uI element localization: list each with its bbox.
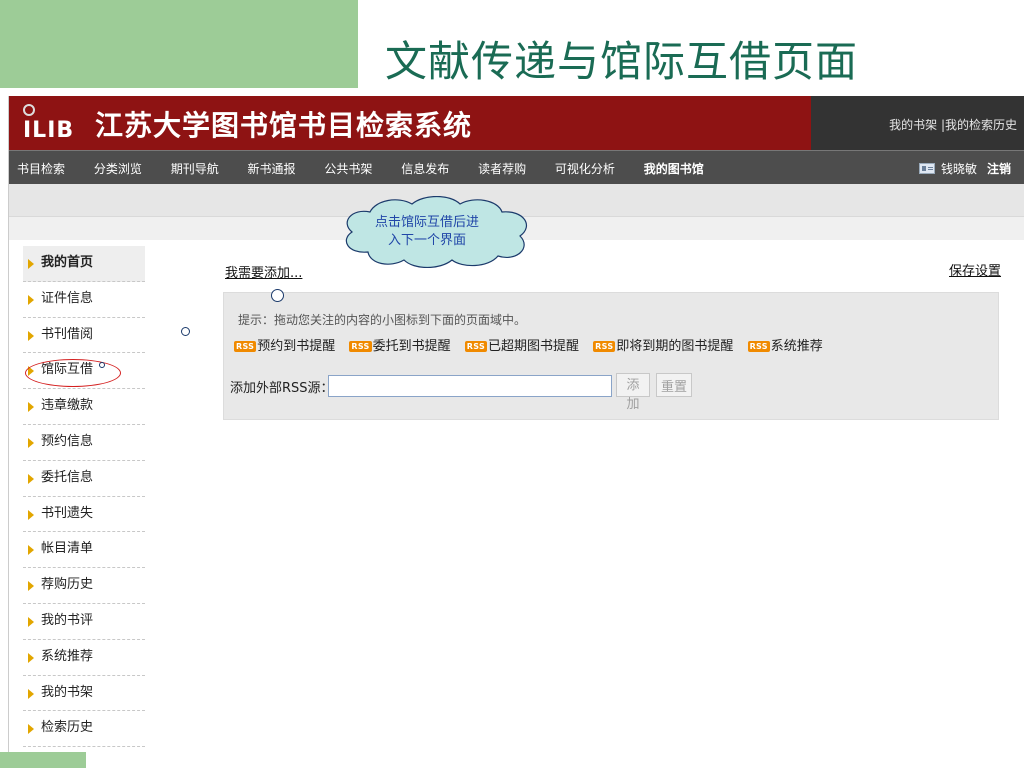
nav-item-browse-categories[interactable]: 分类浏览 [94,162,142,176]
sidebar-item-label: 系统推荐 [41,648,94,664]
my-bookshelf-link[interactable]: 我的书架 [889,118,937,132]
connector-dot [99,362,105,368]
sidebar-item-lost-books[interactable]: 书刊遗失 [23,497,145,533]
user-card-icon [918,163,935,174]
arrow-icon [28,259,34,269]
slide-accent-top [0,0,358,88]
sidebar-item-account-list[interactable]: 帐目清单 [23,532,145,569]
arrow-icon [28,581,34,592]
sidebar-item-label: 检索历史 [41,720,94,736]
search-history-link[interactable]: |我的检索历史 [941,118,1017,132]
rss-item-system-recommend[interactable]: RSS 系统推荐 [747,339,823,354]
rss-source-input[interactable] [328,375,612,397]
sidebar-item-label: 帐目清单 [41,541,94,557]
rss-icon: RSS [747,341,770,352]
arrow-icon [28,724,34,735]
sidebar-item-label: 书刊借阅 [41,326,94,342]
nav-item-my-library[interactable]: 我的图书馆 [644,162,704,176]
connector-dot-small [181,327,190,336]
arrow-icon [28,402,34,413]
library-app-screenshot: ILIB 江苏大学图书馆书目检索系统 我的书架 |我的检索历史 书目检索 分类浏… [8,96,1024,752]
add-button[interactable]: 添加 [616,373,650,412]
sidebar-item-label: 预约信息 [41,433,94,449]
rss-icon: RSS [349,341,372,352]
logo-text: ILIB [23,118,75,143]
sidebar-item-reservations[interactable]: 预约信息 [23,425,145,461]
nav-item-journal-nav[interactable]: 期刊导航 [171,162,219,176]
connector-dot-large [271,289,284,302]
slide-title: 文献传递与馆际互借页面 [385,37,859,86]
sidebar-item-label: 书刊遗失 [41,505,94,521]
sidebar-item-borrowing[interactable]: 书刊借阅 [23,318,145,354]
sidebar-item-search-history[interactable]: 检索历史 [23,711,145,748]
sidebar-item-label: 委托信息 [41,469,94,485]
rss-icon: RSS [234,341,257,352]
rss-item-delegation-arrival[interactable]: RSS 委托到书提醒 [349,339,451,354]
rss-icon: RSS [593,341,616,352]
highlight-ellipse [25,359,121,387]
sidebar-item-label: 证件信息 [41,290,94,306]
ilib-logo: ILIB [19,104,83,146]
sidebar-item-label: 违章缴款 [41,398,94,414]
user-name: 钱晓敏 [940,162,977,176]
main-nav: 书目检索 分类浏览 期刊导航 新书通报 公共书架 信息发布 读者荐购 可视化分析… [9,150,1024,184]
sidebar-item-label: 我的书架 [41,684,94,700]
arrow-icon [28,330,34,341]
logo-ring-icon [23,104,35,116]
rss-widget-list: RSS 预约到书提醒 RSS 委托到书提醒 RSS 已超期图书提醒 RSS 即将到期的图… [234,335,833,354]
annotation-text: 点击馆际互借后进入下一个界面 [374,215,479,248]
arrow-icon [28,616,34,627]
sidebar-item-my-home[interactable]: 我的首页 [23,246,145,282]
rss-item-due-soon[interactable]: RSS 即将到期的图书提醒 [593,339,733,354]
sidebar-item-system-recommend[interactable]: 系统推荐 [23,640,145,676]
arrow-icon [28,509,34,520]
header-links: 我的书架 |我的检索历史 [889,116,1017,133]
arrow-icon [28,688,34,699]
arrow-icon [28,473,34,484]
add-content-link[interactable]: 我需要添加... [225,262,302,281]
sidebar-item-fines[interactable]: 违章缴款 [23,389,145,425]
sidebar-item-my-bookshelf[interactable]: 我的书架 [23,676,145,712]
slide-accent-bottom [0,752,86,768]
sidebar-menu: 我的首页 证件信息 书刊借阅 馆际互借 违章缴款 预约信息 委托信息 书刊遗失 … [23,246,145,748]
rss-item-reservation-arrival[interactable]: RSS 预约到书提醒 [234,339,335,354]
site-title: 江苏大学图书馆书目检索系统 [95,109,473,142]
sidebar-item-label: 荐购历史 [41,577,94,593]
rss-item-overdue[interactable]: RSS 已超期图书提醒 [464,339,579,354]
sidebar-item-label: 我的首页 [41,255,94,270]
nav-item-reader-recommend[interactable]: 读者荐购 [478,162,526,176]
logout-link[interactable]: 注销 [987,162,1011,176]
sidebar-item-card-info[interactable]: 证件信息 [23,282,145,318]
arrow-icon [28,545,34,556]
app-header: ILIB 江苏大学图书馆书目检索系统 我的书架 |我的检索历史 [9,96,1024,150]
nav-item-catalog-search[interactable]: 书目检索 [17,162,65,176]
rss-source-label: 添加外部RSS源： [230,381,334,396]
hint-text: 提示：拖动您关注的内容的小图标到下面的页面域中。 [238,313,527,327]
nav-item-announcements[interactable]: 信息发布 [401,162,449,176]
save-settings-link[interactable]: 保存设置 [949,260,1001,279]
nav-item-new-books[interactable]: 新书通报 [248,162,296,176]
nav-item-visual-analysis[interactable]: 可视化分析 [555,162,615,176]
arrow-icon [28,437,34,448]
sidebar-item-delegations[interactable]: 委托信息 [23,461,145,497]
portal-panel: 提示：拖动您关注的内容的小图标到下面的页面域中。 RSS 预约到书提醒 RSS 委托… [223,292,999,420]
rss-icon: RSS [464,341,488,352]
arrow-icon [28,294,34,305]
sidebar-item-label: 我的书评 [41,612,94,628]
nav-items: 书目检索 分类浏览 期刊导航 新书通报 公共书架 信息发布 读者荐购 可视化分析… [17,160,729,177]
sidebar-item-recommend-history[interactable]: 荐购历史 [23,568,145,604]
sidebar-item-my-reviews[interactable]: 我的书评 [23,604,145,640]
arrow-icon [28,652,34,663]
user-area: 钱晓敏 注销 [918,160,1011,177]
nav-item-public-shelf[interactable]: 公共书架 [324,162,372,176]
reset-button[interactable]: 重置 [656,373,692,397]
